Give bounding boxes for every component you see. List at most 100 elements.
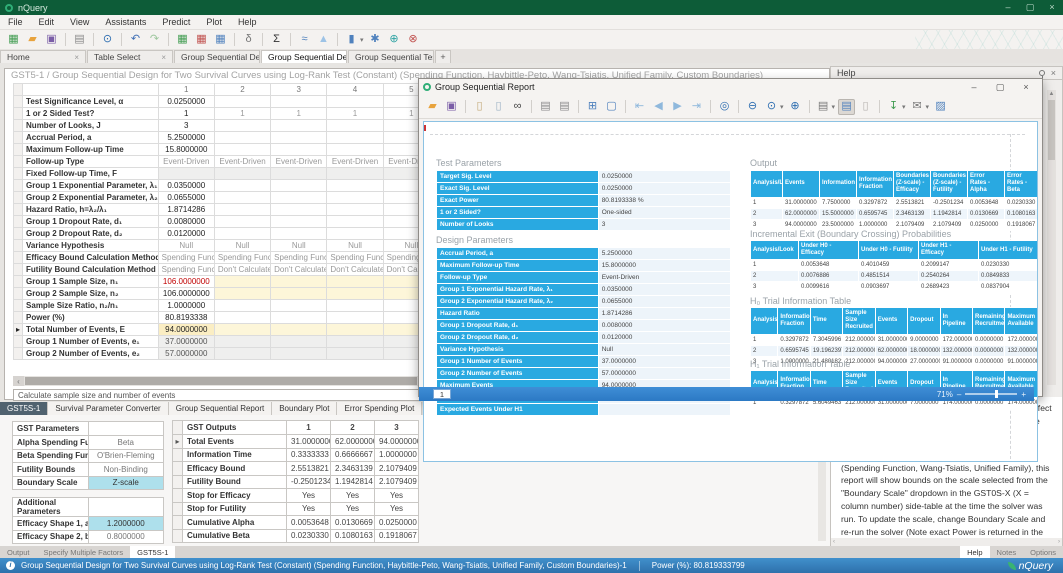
column-header[interactable]: 1 xyxy=(158,84,214,96)
additional-parameters-table[interactable]: Additional ParametersEfficacy Shape 1, a… xyxy=(12,497,164,544)
table-cell[interactable] xyxy=(327,180,383,192)
table-cell[interactable]: 0.0250000 xyxy=(375,516,419,530)
table-cell[interactable]: Maximum Follow-up Time xyxy=(23,144,159,156)
table-cell[interactable]: 1 xyxy=(327,108,383,120)
line-plot-icon[interactable]: ≈ xyxy=(296,32,313,48)
table-cell[interactable]: 1.2000000 xyxy=(88,517,164,531)
table-cell[interactable]: 1.0000000 xyxy=(158,300,214,312)
help-tab[interactable]: Help xyxy=(960,546,989,558)
zoom-plus-icon[interactable]: + xyxy=(1021,390,1026,399)
next-page-icon[interactable]: ▶ xyxy=(669,99,686,115)
side-tab-error-spending-plot[interactable]: Error Spending Plot xyxy=(337,402,422,415)
settings-icon[interactable]: ✱ xyxy=(367,32,384,48)
column-header[interactable]: 2 xyxy=(214,84,270,96)
bottom-tab-gst5s-1[interactable]: GST5S-1 xyxy=(130,546,175,558)
table-cell[interactable]: Null xyxy=(214,240,270,252)
table-cell[interactable] xyxy=(14,336,23,348)
table-cell[interactable] xyxy=(327,288,383,300)
table-cell[interactable]: Null xyxy=(327,240,383,252)
multi-page-icon[interactable]: ▯ xyxy=(857,99,874,115)
table-cell[interactable] xyxy=(14,240,23,252)
scroll-left-icon[interactable]: ‹ xyxy=(833,539,835,545)
table-cell[interactable]: 1.8714286 xyxy=(158,204,214,216)
table-cell[interactable] xyxy=(327,348,383,360)
table-cell[interactable]: Spending Func... xyxy=(327,252,383,264)
table-cell[interactable] xyxy=(327,192,383,204)
new-table-icon[interactable]: ▦ xyxy=(5,32,22,48)
save-icon[interactable]: ▣ xyxy=(443,99,460,115)
table-cell[interactable]: -0.2501234 xyxy=(287,475,331,489)
table-cell[interactable]: 3 xyxy=(158,120,214,132)
scroll-up-icon[interactable]: ▲ xyxy=(1047,90,1056,99)
table-cell[interactable]: 31.0000000 xyxy=(287,435,331,449)
maximize-icon[interactable]: ▢ xyxy=(989,81,1011,94)
table-cell[interactable] xyxy=(14,288,23,300)
close-help-icon[interactable]: × xyxy=(1051,68,1056,78)
table-cell[interactable]: Yes xyxy=(287,489,331,503)
table-cell[interactable] xyxy=(14,276,23,288)
table-cell[interactable]: Information Time xyxy=(183,448,287,462)
table-cell[interactable]: Efficacy Shape 1, a(α) xyxy=(13,517,89,531)
table-cell[interactable] xyxy=(14,96,23,108)
table-cell[interactable] xyxy=(271,168,327,180)
zoom-slider[interactable] xyxy=(965,393,1017,395)
page-setup-icon-dropdown[interactable]: ▾ xyxy=(832,103,836,111)
column-header[interactable] xyxy=(14,84,23,96)
table-cell[interactable]: 15.8000000 xyxy=(158,144,214,156)
table-cell[interactable]: Don't Calculate xyxy=(214,264,270,276)
table-cell[interactable]: Spending Func... xyxy=(158,252,214,264)
table-cell[interactable] xyxy=(327,204,383,216)
table-cell[interactable]: 0.0350000 xyxy=(158,180,214,192)
table-cell[interactable]: Spending Func... xyxy=(158,264,214,276)
table-cell[interactable]: Don't Calculate xyxy=(271,264,327,276)
table-cell[interactable] xyxy=(271,180,327,192)
table-cell[interactable]: O'Brien-Fleming xyxy=(88,449,164,463)
table-cell[interactable] xyxy=(327,132,383,144)
table-cell[interactable] xyxy=(214,120,270,132)
table-cell[interactable] xyxy=(173,462,183,476)
table-cell[interactable] xyxy=(271,324,327,336)
table-cell[interactable] xyxy=(327,336,383,348)
table-cell[interactable] xyxy=(14,180,23,192)
area-plot-icon[interactable]: ▲ xyxy=(315,32,332,48)
first-page-icon[interactable]: ⇤ xyxy=(631,99,648,115)
table-cell[interactable]: Yes xyxy=(331,502,375,516)
table-cell[interactable]: 62.0000000 xyxy=(331,435,375,449)
table-cell[interactable]: 2.1079409 xyxy=(375,462,419,476)
email-icon[interactable]: ✉ xyxy=(909,99,926,115)
table-cell[interactable] xyxy=(214,204,270,216)
sigma-icon[interactable]: Σ xyxy=(268,32,285,48)
table-cell[interactable]: Group 2 Dropout Rate, d₂ xyxy=(23,228,159,240)
table-cell[interactable] xyxy=(173,502,183,516)
page-setup-icon[interactable]: ▤ xyxy=(815,99,832,115)
hscroll-thumb[interactable] xyxy=(25,377,417,385)
table-cell[interactable]: 1.0000000 xyxy=(375,448,419,462)
table-cell[interactable]: 1 or 2 Sided Test? xyxy=(23,108,159,120)
zoom-in-icon[interactable]: ⊕ xyxy=(787,99,804,115)
side-tab-group-sequential-report[interactable]: Group Sequential Report xyxy=(169,402,273,415)
compass-icon[interactable]: ◎ xyxy=(716,99,733,115)
find-icon[interactable]: ∞ xyxy=(509,99,526,115)
gst-outputs-table[interactable]: GST Outputs123▸Total Events31.000000062.… xyxy=(172,420,419,543)
table-cell[interactable]: Beta Spending Function xyxy=(13,449,89,463)
table-cell[interactable] xyxy=(271,336,327,348)
table-cell[interactable]: Spending Func... xyxy=(214,252,270,264)
table-cell[interactable] xyxy=(14,300,23,312)
table-cell[interactable]: Group 2 Sample Size, n₂ xyxy=(23,288,159,300)
table-cell[interactable] xyxy=(214,192,270,204)
options-tab[interactable]: Options xyxy=(1023,546,1063,558)
table-cell[interactable] xyxy=(327,120,383,132)
add-column-icon[interactable]: ⊕ xyxy=(386,32,403,48)
table-cell[interactable] xyxy=(271,144,327,156)
table-cell[interactable] xyxy=(14,252,23,264)
menu-item[interactable]: Help xyxy=(230,15,265,30)
table-grid-icon[interactable]: ⊞ xyxy=(584,99,601,115)
table-cell[interactable] xyxy=(14,120,23,132)
table-cell[interactable]: 1.1942814 xyxy=(331,475,375,489)
table-cell[interactable]: 0.0130669 xyxy=(331,516,375,530)
zoom-icon-dropdown[interactable]: ▾ xyxy=(780,103,784,111)
vscroll-thumb[interactable] xyxy=(1048,100,1055,160)
table-cell[interactable] xyxy=(214,348,270,360)
table-cell[interactable]: 37.0000000 xyxy=(158,336,214,348)
table-cell[interactable] xyxy=(327,312,383,324)
